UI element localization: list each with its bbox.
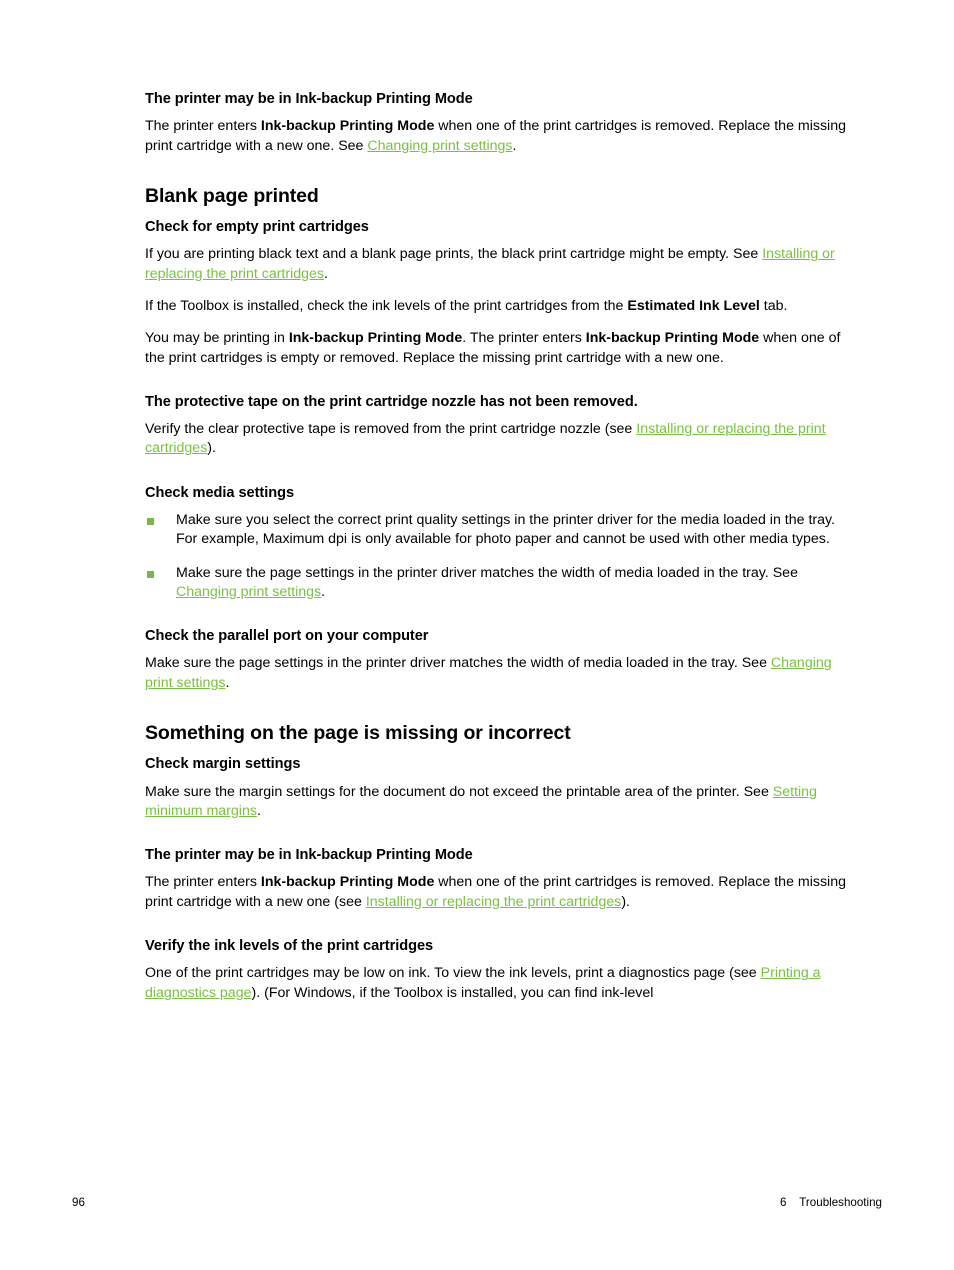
heading-blank-page-printed: Blank page printed bbox=[145, 184, 319, 207]
text-fragment: Verify the clear protective tape is remo… bbox=[145, 421, 637, 438]
heading-check-media-settings: Check media settings bbox=[145, 484, 295, 501]
heading-ink-backup-printing-mode-2: The printer may be in Ink-backup Printin… bbox=[145, 847, 473, 864]
text-fragment: The printer enters bbox=[145, 874, 261, 891]
text-fragment: If the Toolbox is installed, check the i… bbox=[145, 298, 628, 315]
link-changing-print-settings[interactable]: Changing print settings bbox=[367, 138, 512, 154]
square-bullet-icon bbox=[147, 517, 154, 525]
bold-ink-backup-mode: Ink-backup Printing Mode bbox=[260, 874, 435, 891]
heading-protective-tape: The protective tape on the print cartrid… bbox=[145, 393, 638, 410]
heading-something-missing-or-incorrect: Something on the page is missing or inco… bbox=[145, 722, 571, 744]
heading-ink-backup-printing-mode-1: The printer may be in Ink-backup Printin… bbox=[145, 91, 473, 107]
bold-ink-backup-mode: Ink-backup Printing Mode bbox=[260, 118, 435, 135]
heading-check-margin-settings: Check margin settings bbox=[145, 756, 301, 773]
page-content: The printer may be in Ink-backup Printin… bbox=[145, 90, 859, 1003]
square-bullet-icon bbox=[147, 570, 154, 578]
text-fragment: You may be printing in bbox=[145, 330, 289, 347]
text-fragment: Make sure the page settings in the print… bbox=[176, 564, 798, 581]
paragraph-verify-ink-levels: One of the print cartridges may be low o… bbox=[145, 964, 859, 1003]
heading-check-empty-print-cartridges: Check for empty print cartridges bbox=[145, 219, 369, 236]
link-changing-print-settings[interactable]: Changing print settings bbox=[176, 584, 321, 600]
paragraph-ink-backup-2: The printer enters Ink-backup Printing M… bbox=[145, 873, 859, 912]
text-fragment: One of the print cartridges may be low o… bbox=[145, 965, 761, 982]
text-fragment: tab. bbox=[759, 298, 788, 315]
document-page: The printer may be in Ink-backup Printin… bbox=[0, 0, 954, 1270]
text-fragment: Make sure the margin settings for the do… bbox=[145, 783, 773, 800]
heading-verify-ink-levels: Verify the ink levels of the print cartr… bbox=[145, 938, 434, 955]
list-item: Make sure you select the correct print q… bbox=[145, 511, 859, 550]
text-fragment: Make sure the page settings in the print… bbox=[145, 655, 771, 672]
text-fragment: . bbox=[225, 674, 230, 691]
list-media-settings: Make sure you select the correct print q… bbox=[145, 511, 859, 602]
text-fragment: The printer enters bbox=[145, 118, 261, 135]
list-item: Make sure the page settings in the print… bbox=[145, 564, 859, 603]
bold-ink-backup-mode: Ink-backup Printing Mode bbox=[288, 330, 463, 347]
chapter-label: 6 Troubleshooting bbox=[780, 1194, 882, 1212]
text-fragment: ). bbox=[207, 440, 216, 457]
chapter-number: 6 bbox=[779, 1196, 787, 1209]
paragraph-empty-cartridges-1: If you are printing black text and a bla… bbox=[145, 245, 859, 284]
link-installing-or-replacing-print-cartridges[interactable]: Installing or replacing the print cartri… bbox=[366, 894, 622, 910]
paragraph-empty-cartridges-3: You may be printing in Ink-backup Printi… bbox=[145, 329, 859, 368]
text-fragment: . bbox=[324, 265, 328, 282]
text-fragment: . bbox=[321, 583, 326, 600]
page-footer: 96 6 Troubleshooting bbox=[72, 1194, 882, 1212]
paragraph-parallel-port: Make sure the page settings in the print… bbox=[145, 654, 859, 693]
page-number: 96 bbox=[72, 1196, 85, 1209]
text-fragment: . bbox=[512, 137, 517, 154]
text-fragment: . bbox=[256, 802, 261, 819]
bold-ink-backup-mode: Ink-backup Printing Mode bbox=[585, 330, 760, 347]
text-fragment: ). bbox=[621, 893, 630, 910]
paragraph-margin-settings: Make sure the margin settings for the do… bbox=[145, 783, 859, 822]
heading-check-parallel-port: Check the parallel port on your computer bbox=[145, 628, 429, 645]
bold-estimated-ink-level: Estimated Ink Level bbox=[627, 298, 760, 315]
chapter-name: Troubleshooting bbox=[799, 1196, 882, 1209]
text-fragment: If you are printing black text and a bla… bbox=[145, 246, 763, 263]
text-fragment: . The printer enters bbox=[462, 330, 586, 347]
text-fragment: ). (For Windows, if the Toolbox is insta… bbox=[251, 984, 654, 1001]
text-fragment: Make sure you select the correct print q… bbox=[176, 511, 835, 548]
paragraph-ink-backup-1: The printer enters Ink-backup Printing M… bbox=[145, 117, 859, 156]
paragraph-protective-tape: Verify the clear protective tape is remo… bbox=[145, 420, 859, 459]
paragraph-empty-cartridges-2: If the Toolbox is installed, check the i… bbox=[145, 297, 859, 316]
